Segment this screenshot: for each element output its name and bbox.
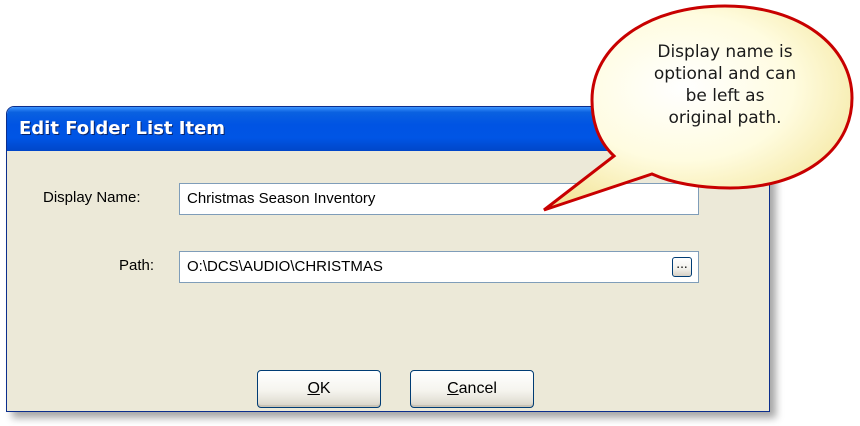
- callout-line: be left as: [685, 86, 765, 106]
- path-value: O:\DCS\AUDIO\CHRISTMAS: [187, 258, 383, 275]
- path-field[interactable]: O:\DCS\AUDIO\CHRISTMAS: [179, 251, 699, 283]
- callout-line: Display name is: [657, 42, 793, 62]
- callout-line: optional and can: [653, 64, 797, 84]
- callout-line: original path.: [668, 108, 782, 128]
- display-name-field[interactable]: Christmas Season Inventory: [179, 183, 699, 215]
- ok-label-rest: K: [319, 380, 331, 397]
- cancel-label-rest: ancel: [458, 380, 497, 397]
- callout-text: Display name is optional and can be left…: [612, 41, 838, 129]
- ok-button[interactable]: OK: [257, 370, 381, 408]
- browse-button[interactable]: ...: [672, 257, 692, 277]
- cancel-button[interactable]: Cancel: [410, 370, 534, 408]
- dialog-title: Edit Folder List Item: [19, 118, 226, 139]
- display-name-label: Display Name:: [43, 189, 141, 206]
- ok-mnemonic: O: [307, 380, 320, 397]
- edit-folder-dialog: Edit Folder List Item Display Name: Chri…: [6, 106, 770, 412]
- path-label: Path:: [119, 257, 155, 274]
- cancel-mnemonic: C: [447, 380, 459, 397]
